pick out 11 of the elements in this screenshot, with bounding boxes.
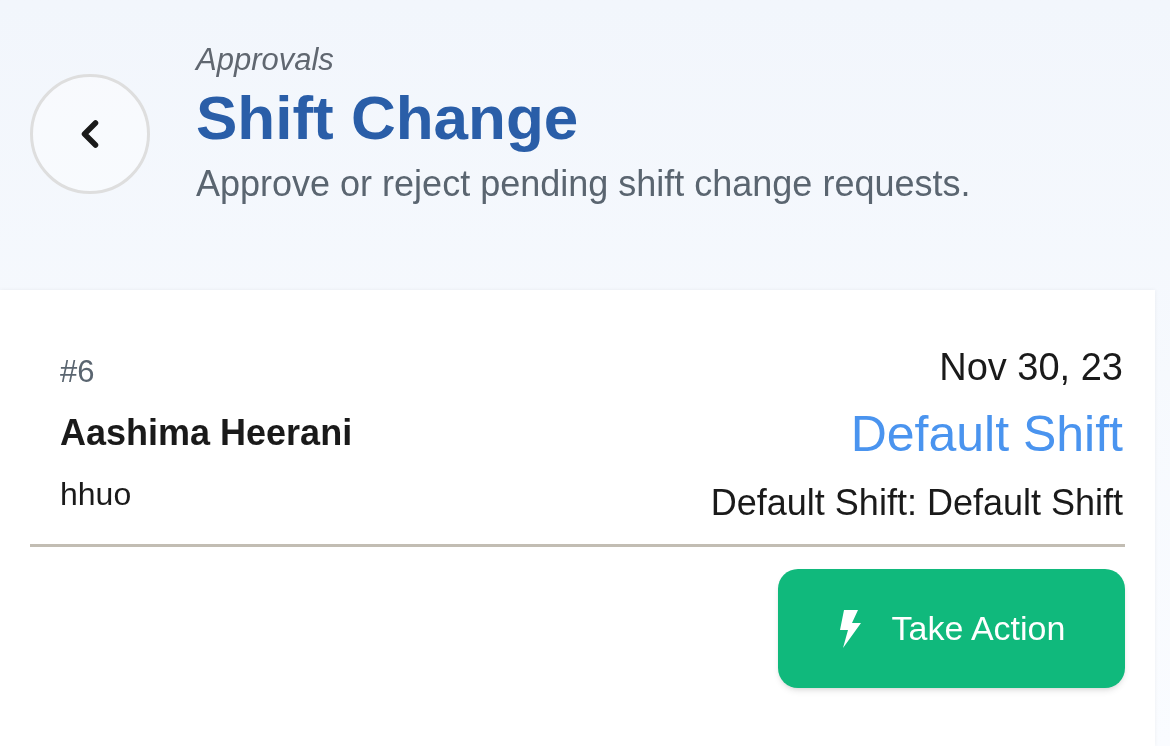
- employee-name: Aashima Heerani: [60, 411, 353, 455]
- breadcrumb: Approvals: [196, 41, 335, 79]
- take-action-button[interactable]: Take Action: [778, 569, 1125, 688]
- employee-username: hhuo: [60, 475, 133, 514]
- shift-name: Default Shift: [850, 405, 1123, 464]
- page-subtitle: Approve or reject pending shift change requests.: [196, 162, 971, 206]
- request-date: Nov 30, 23: [939, 345, 1123, 390]
- lightning-icon: [837, 609, 862, 648]
- shift-change: Default Shift: Default Shift: [710, 481, 1123, 525]
- request-number: #6: [60, 353, 96, 391]
- page-title: Shift Change: [196, 82, 580, 154]
